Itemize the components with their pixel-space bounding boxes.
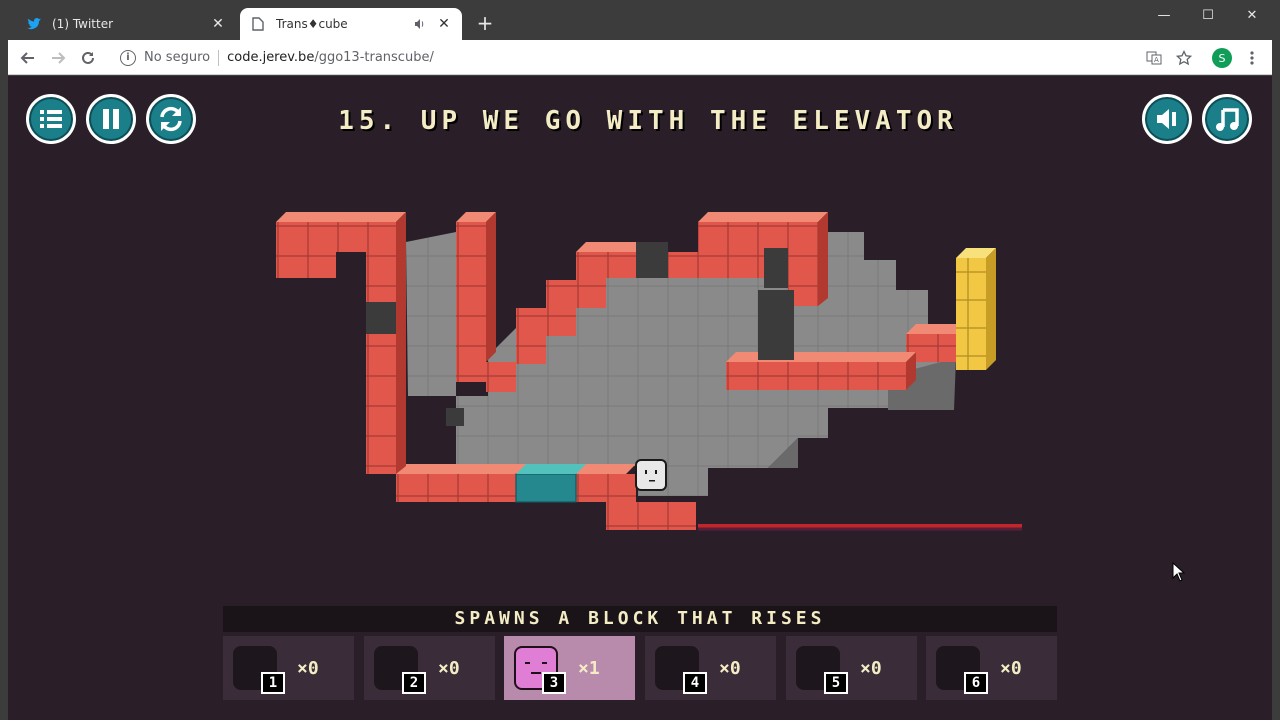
level-map[interactable] — [8, 76, 1272, 596]
slot-count: ×0 — [860, 658, 882, 679]
browser-tabbar: (1) Twitter ✕ Trans♦cube ✕ + — ☐ ✕ — [0, 0, 1280, 40]
close-icon[interactable]: ✕ — [210, 16, 226, 32]
inventory-slot-1[interactable]: 1 ×0 — [223, 636, 354, 700]
browser-toolbar: i No seguro code.jerev.be /ggo13-transcu… — [8, 40, 1272, 75]
mouse-cursor-icon — [1172, 562, 1186, 582]
divider — [218, 49, 220, 66]
inventory-slot-6[interactable]: 6 ×0 — [926, 636, 1057, 700]
page-icon — [250, 16, 266, 32]
close-icon[interactable]: ✕ — [436, 16, 452, 32]
slot-number: 2 — [402, 672, 426, 694]
slot-count: ×0 — [719, 658, 741, 679]
teal-block-top — [516, 464, 586, 474]
inventory-slot-4[interactable]: 4 ×0 — [645, 636, 776, 700]
new-tab-button[interactable]: + — [474, 12, 496, 34]
inventory-slot-3[interactable]: 3 ×1 — [504, 636, 635, 700]
game-canvas[interactable]: 15. UP WE GO WITH THE ELEVATOR SPAWNS A … — [8, 76, 1272, 720]
security-label: No seguro — [144, 50, 211, 65]
twitter-icon — [26, 16, 42, 32]
slot-number: 3 — [542, 672, 566, 694]
teal-block — [515, 473, 577, 503]
url-host: code.jerev.be — [227, 50, 315, 65]
maximize-button[interactable]: ☐ — [1186, 0, 1230, 30]
speaker-icon[interactable] — [414, 18, 428, 30]
url-path: /ggo13-transcube/ — [314, 50, 434, 65]
slot-number: 1 — [261, 672, 285, 694]
inventory-slot-5[interactable]: 5 ×0 — [786, 636, 917, 700]
slot-number: 4 — [683, 672, 707, 694]
svg-text:A: A — [1154, 56, 1159, 64]
info-icon[interactable]: i — [120, 49, 136, 66]
goal-column — [956, 258, 986, 370]
slot-number: 5 — [824, 672, 848, 694]
slot-count: ×0 — [1000, 658, 1022, 679]
goal-column-side — [986, 248, 996, 370]
slot-count: ×0 — [438, 658, 460, 679]
slot-count: ×0 — [297, 658, 319, 679]
back-icon[interactable] — [16, 46, 40, 70]
minimize-button[interactable]: — — [1142, 0, 1186, 30]
tab-twitter[interactable]: (1) Twitter ✕ — [16, 8, 236, 40]
close-window-button[interactable]: ✕ — [1230, 0, 1274, 30]
tab-title: Trans♦cube — [276, 17, 348, 31]
star-icon[interactable] — [1172, 46, 1196, 70]
forward-icon[interactable] — [46, 46, 70, 70]
block-hint: SPAWNS A BLOCK THAT RISES — [223, 606, 1057, 632]
tab-transcube[interactable]: Trans♦cube ✕ — [240, 8, 462, 40]
translate-icon[interactable]: A — [1142, 46, 1166, 70]
slot-count: ×1 — [578, 658, 600, 679]
player-cube[interactable] — [635, 459, 667, 491]
tab-title: (1) Twitter — [52, 17, 114, 31]
inventory-slot-2[interactable]: 2 ×0 — [364, 636, 495, 700]
profile-avatar[interactable]: S — [1212, 48, 1232, 68]
reload-icon[interactable] — [76, 46, 100, 70]
more-menu-icon[interactable] — [1240, 46, 1264, 70]
slot-number: 6 — [964, 672, 988, 694]
address-bar[interactable]: i No seguro code.jerev.be /ggo13-transcu… — [112, 44, 1132, 71]
